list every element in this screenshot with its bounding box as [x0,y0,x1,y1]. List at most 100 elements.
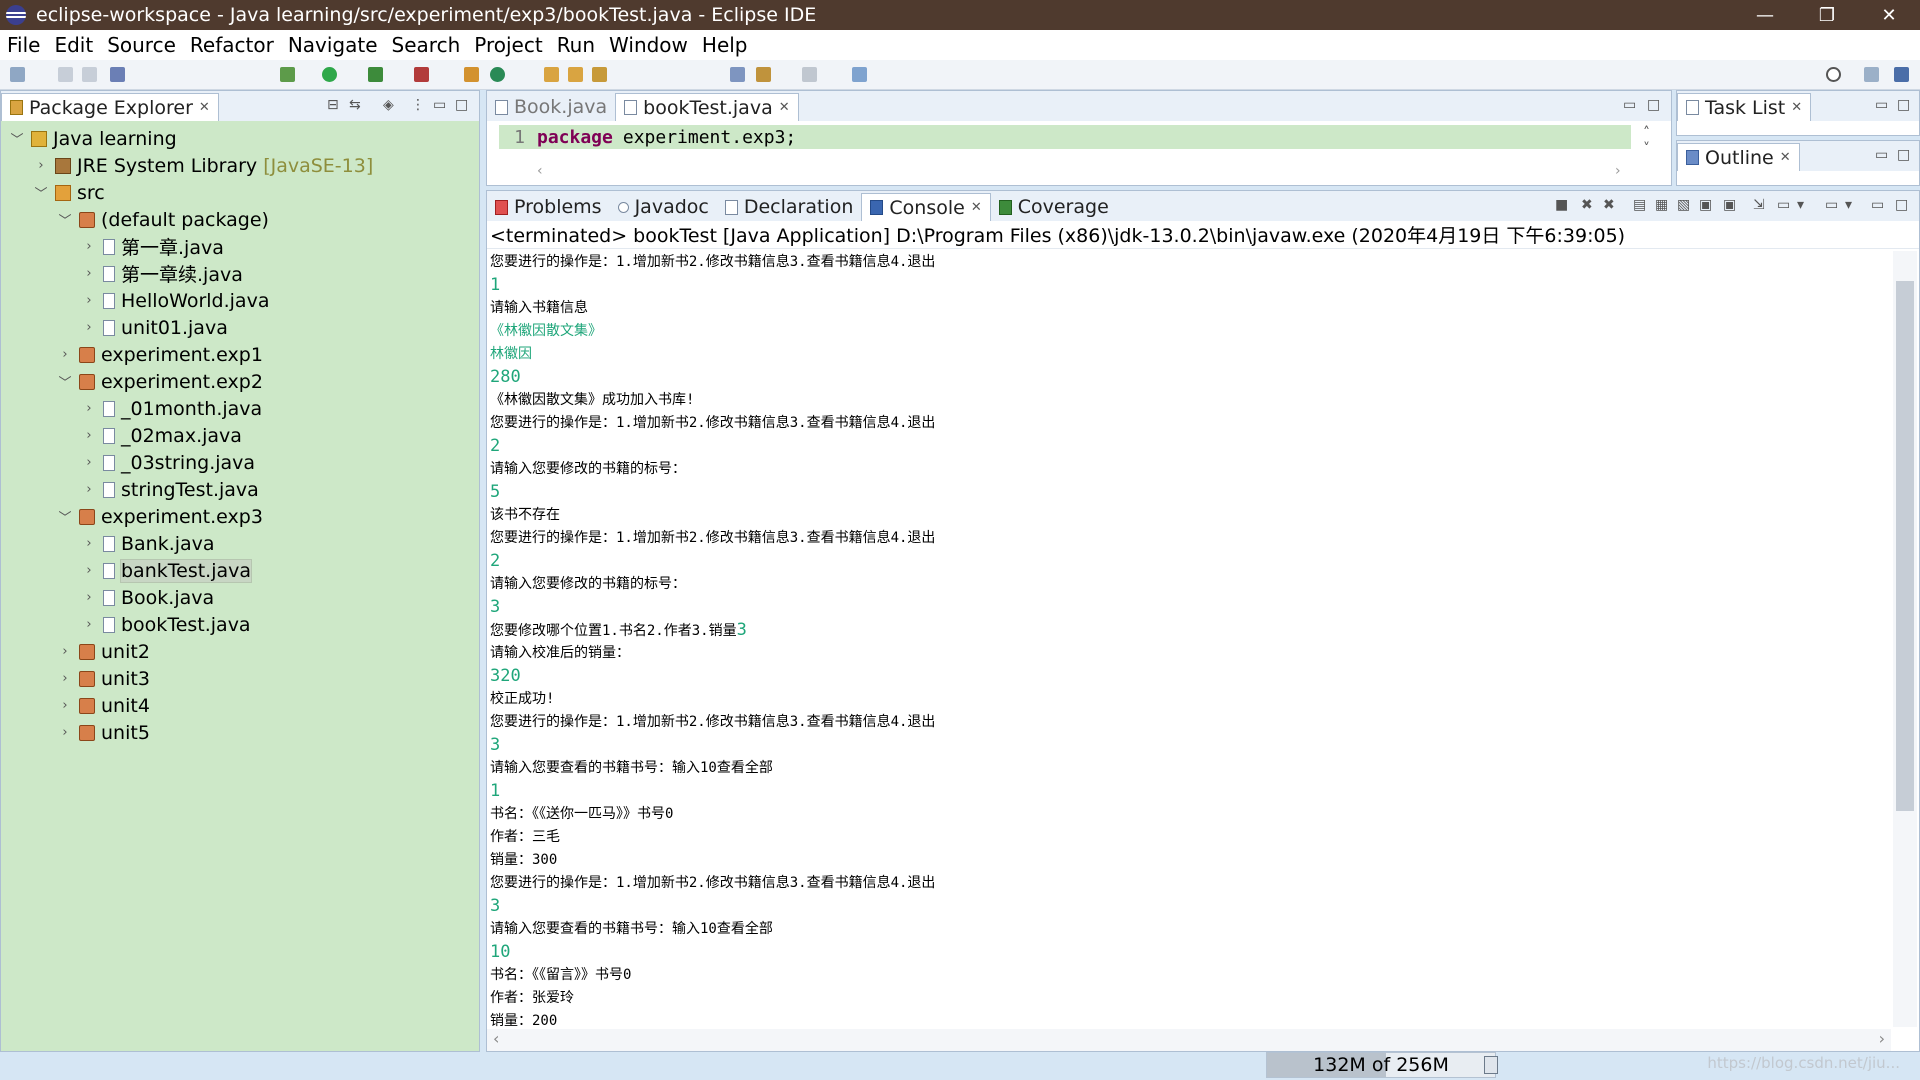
menu-file[interactable]: File [0,33,47,57]
tab-declaration[interactable]: Declaration [717,193,862,221]
chevron-right-icon[interactable]: › [57,725,73,740]
close-icon[interactable]: ✕ [971,200,982,215]
tree-item[interactable]: › unit5 [1,719,479,746]
chevron-right-icon[interactable]: › [57,644,73,659]
scroll-up-icon[interactable]: ˄ [1643,125,1650,141]
menu-window[interactable]: Window [602,33,695,57]
back-icon[interactable] [730,67,745,82]
menu-edit[interactable]: Edit [47,33,100,57]
external-tools-icon[interactable] [414,67,429,82]
tab-task-list[interactable]: Task List ✕ [1677,93,1812,121]
open-task-icon[interactable] [568,67,583,82]
tree-item[interactable]: ﹀ experiment.exp3 [1,503,479,530]
nav-forward-icon[interactable] [802,67,817,82]
tree-item[interactable]: › experiment.exp1 [1,341,479,368]
pin-editor-icon[interactable] [852,67,867,82]
collapse-all-icon[interactable]: ⊟ [327,97,339,113]
tree-item[interactable]: › Bank.java [1,530,479,557]
open-console-icon[interactable]: ▭ [1825,197,1838,213]
chevron-right-icon[interactable]: › [57,671,73,686]
scroll-right-icon[interactable]: › [1879,1029,1885,1048]
tree-item[interactable]: › JRE System Library [JavaSE-13] [1,152,479,179]
close-icon[interactable]: ✕ [1780,150,1791,165]
scroll-down-icon[interactable]: ˅ [1643,141,1650,157]
scroll-lock-icon[interactable]: ▦ [1655,197,1668,213]
save-all-icon[interactable] [82,67,97,82]
tree-item[interactable]: › stringTest.java [1,476,479,503]
close-icon[interactable]: ✕ [1791,100,1802,115]
tab-coverage[interactable]: Coverage [991,193,1117,221]
tree-item[interactable]: › unit3 [1,665,479,692]
show-on-stderr-icon[interactable]: ▣ [1723,197,1736,213]
chevron-down-icon[interactable]: ▾ [1797,197,1804,213]
tab-javadoc[interactable]: Javadoc [610,193,717,221]
chevron-right-icon[interactable]: › [81,563,97,578]
tree-item[interactable]: › _02max.java [1,422,479,449]
tab-problems[interactable]: Problems [487,193,610,221]
minimize-view-icon[interactable]: ▭ [1875,147,1888,163]
remove-all-icon[interactable]: ✖ [1603,197,1615,213]
new-java-project-icon[interactable] [464,67,479,82]
chevron-down-icon[interactable]: ﹀ [57,210,73,229]
nav-back-icon[interactable] [756,67,771,82]
tab-outline[interactable]: Outline ✕ [1677,143,1800,171]
chevron-right-icon[interactable]: › [81,590,97,605]
chevron-right-icon[interactable]: › [81,428,97,443]
open-perspective-icon[interactable] [1864,67,1879,82]
menu-navigate[interactable]: Navigate [281,33,385,57]
menu-project[interactable]: Project [467,33,549,57]
scroll-right-icon[interactable]: › [1615,163,1621,179]
maximize-view-icon[interactable]: □ [1647,97,1660,113]
new-class-icon[interactable] [490,67,505,82]
code-line[interactable]: 1 package experiment.exp3; [499,125,1631,149]
remove-launch-icon[interactable]: ✖ [1581,197,1593,213]
chevron-right-icon[interactable]: › [81,320,97,335]
chevron-right-icon[interactable]: › [81,482,97,497]
tree-item[interactable]: › unit4 [1,692,479,719]
minimize-view-icon[interactable]: ▭ [1875,97,1888,113]
tree-item[interactable]: ﹀ (default package) [1,206,479,233]
clear-console-icon[interactable]: ▤ [1633,197,1646,213]
pin-console-icon[interactable]: ⇲ [1753,197,1765,213]
chevron-down-icon[interactable]: ﹀ [33,183,49,202]
console-vertical-scrollbar[interactable] [1893,251,1917,1027]
save-icon[interactable] [58,67,73,82]
chevron-right-icon[interactable]: › [81,455,97,470]
search-icon[interactable] [1826,67,1841,82]
chevron-right-icon[interactable]: › [81,401,97,416]
tree-item[interactable]: › 第一章续.java [1,260,479,287]
chevron-right-icon[interactable]: › [57,347,73,362]
chevron-down-icon[interactable]: ▾ [1845,197,1852,213]
chevron-right-icon[interactable]: › [81,617,97,632]
chevron-right-icon[interactable]: › [57,698,73,713]
heap-status[interactable]: 132M of 256M [1266,1052,1496,1078]
link-editor-icon[interactable]: ⇆ [349,97,361,113]
scroll-left-icon[interactable]: ‹ [493,1029,499,1048]
scrollbar-thumb[interactable] [1896,281,1914,811]
menu-refactor[interactable]: Refactor [183,33,281,57]
tree-item[interactable]: › unit2 [1,638,479,665]
chevron-down-icon[interactable]: ﹀ [9,129,25,148]
maximize-view-icon[interactable]: □ [455,97,468,113]
menu-help[interactable]: Help [695,33,755,57]
view-menu-icon[interactable]: ⋮ [411,97,425,113]
menu-run[interactable]: Run [550,33,602,57]
console-output[interactable]: 您要进行的操作是：1.增加新书2.修改书籍信息3.查看书籍信息4.退出 1 请输入书… [490,251,1891,1027]
skip-breakpoints-icon[interactable] [110,67,125,82]
minimize-view-icon[interactable]: ▭ [433,97,446,113]
tab-book-java[interactable]: Book.java [487,93,615,121]
restore-button[interactable]: ❐ [1796,0,1858,30]
tree-item[interactable]: › bookTest.java [1,611,479,638]
chevron-right-icon[interactable]: › [33,158,49,173]
tree-item[interactable]: › unit01.java [1,314,479,341]
new-icon[interactable] [10,67,25,82]
chevron-right-icon[interactable]: › [81,536,97,551]
menu-search[interactable]: Search [385,33,468,57]
tree-item[interactable]: ﹀ src [1,179,479,206]
minimize-button[interactable]: — [1734,0,1796,30]
maximize-view-icon[interactable]: □ [1897,147,1910,163]
maximize-view-icon[interactable]: □ [1895,197,1908,213]
garbage-collect-icon[interactable] [1484,1056,1498,1074]
tree-item[interactable]: › _03string.java [1,449,479,476]
tree-item[interactable]: › 第一章.java [1,233,479,260]
